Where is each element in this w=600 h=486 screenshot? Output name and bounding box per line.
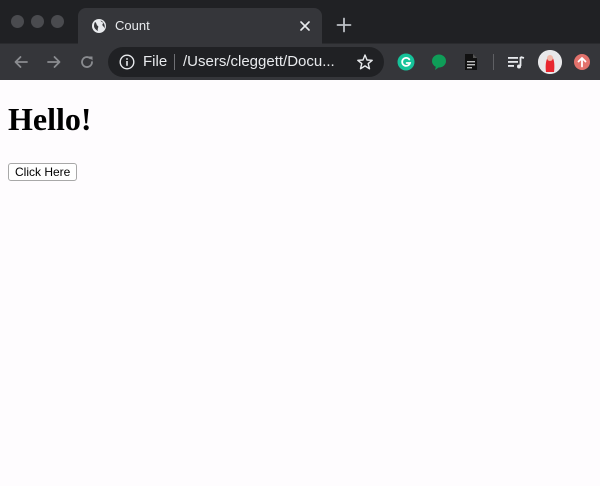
page-heading: Hello! (8, 101, 92, 137)
back-arrow-icon[interactable] (11, 52, 31, 72)
toolbar-divider (493, 54, 494, 70)
zoom-window-button[interactable] (51, 15, 64, 28)
media-queue-icon[interactable] (506, 52, 526, 72)
browser-window: Count File /Users/cleggett/Docu... Hello… (0, 0, 600, 486)
bookmark-star-icon[interactable] (356, 53, 374, 71)
globe-icon (91, 18, 107, 34)
address-url[interactable]: /Users/cleggett/Docu... (183, 53, 343, 71)
avatar[interactable] (538, 50, 562, 74)
page-content: Hello! Click Here (0, 80, 600, 486)
close-window-button[interactable] (11, 15, 24, 28)
info-icon[interactable] (119, 54, 135, 70)
update-icon[interactable] (572, 52, 592, 72)
tab-count[interactable]: Count (78, 8, 322, 44)
toolbar: File /Users/cleggett/Docu... (0, 44, 600, 80)
close-tab-icon[interactable] (297, 18, 313, 34)
chat-bubble-icon[interactable] (429, 52, 449, 72)
grammarly-icon[interactable] (396, 52, 416, 72)
address-divider (174, 54, 175, 70)
click-here-button[interactable]: Click Here (8, 163, 78, 181)
address-bar[interactable]: File /Users/cleggett/Docu... (108, 47, 384, 77)
reload-icon[interactable] (77, 52, 97, 72)
address-scheme-label: File (143, 53, 168, 70)
tab-strip: Count (0, 0, 600, 44)
minimize-window-button[interactable] (31, 15, 44, 28)
forward-arrow-icon[interactable] (44, 52, 64, 72)
tab-title: Count (115, 18, 150, 33)
new-tab-icon[interactable] (334, 15, 354, 35)
document-icon[interactable] (461, 52, 481, 72)
